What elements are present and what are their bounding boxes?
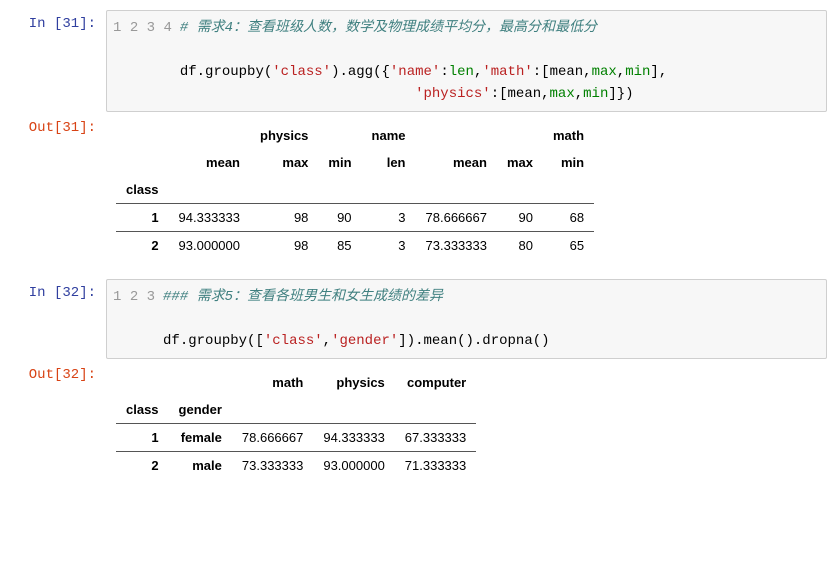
cell: 98	[250, 204, 318, 232]
col-physics: physics	[250, 122, 318, 149]
col-physics: physics	[313, 369, 394, 396]
subcol-mean: mean	[169, 149, 250, 176]
row-gender: female	[169, 424, 232, 452]
col-math: math	[543, 122, 594, 149]
code-block-31: # 需求4：查看班级人数，数学及物理成绩平均分，最高分和最低分 df.group…	[180, 11, 826, 111]
header-row-top: physics name math	[116, 122, 594, 149]
table-row: 2 93.000000 98 85 3 73.333333 80 65	[116, 232, 594, 260]
subcol-max: max	[250, 149, 318, 176]
row-class: 1	[116, 424, 169, 452]
index-name-class: class	[116, 396, 169, 424]
index-name-gender: gender	[169, 396, 232, 424]
cell: 78.666667	[416, 204, 497, 232]
cell: 68	[543, 204, 594, 232]
cell-31-code-area[interactable]: 1 2 3 4 # 需求4：查看班级人数，数学及物理成绩平均分，最高分和最低分 …	[106, 10, 827, 112]
header-row-sub: mean max min len mean max min	[116, 149, 594, 176]
row-index: 1	[116, 204, 169, 232]
index-name-class: class	[116, 176, 169, 204]
col-name: name	[362, 122, 416, 149]
table-row: 1 female 78.666667 94.333333 67.333333	[116, 424, 476, 452]
cell: 67.333333	[395, 424, 476, 452]
cell: 94.333333	[313, 424, 394, 452]
cell: 93.000000	[169, 232, 250, 260]
in-prompt-31: In [31]:	[8, 10, 106, 112]
cell: 85	[318, 232, 361, 260]
cell-31-input: In [31]: 1 2 3 4 # 需求4：查看班级人数，数学及物理成绩平均分…	[8, 10, 827, 112]
cell: 73.333333	[416, 232, 497, 260]
out-prompt-31: Out[31]:	[8, 114, 106, 277]
table-row: 1 94.333333 98 90 3 78.666667 90 68	[116, 204, 594, 232]
cell-32-output: Out[32]: math physics computer class gen…	[8, 361, 827, 497]
col-math: math	[232, 369, 313, 396]
subcol-len: len	[362, 149, 416, 176]
cell: 98	[250, 232, 318, 260]
dataframe-32: math physics computer class gender 1 fem…	[116, 369, 476, 479]
col-computer: computer	[395, 369, 476, 396]
subcol-max: max	[497, 149, 543, 176]
output-32: math physics computer class gender 1 fem…	[106, 361, 827, 497]
cell: 90	[318, 204, 361, 232]
header-row: math physics computer	[116, 369, 476, 396]
cell: 78.666667	[232, 424, 313, 452]
cell: 71.333333	[395, 452, 476, 480]
dataframe-31: physics name math mean max min len mean …	[116, 122, 594, 259]
comment: # 需求4：查看班级人数，数学及物理成绩平均分，最高分和最低分	[180, 20, 597, 36]
cell: 94.333333	[169, 204, 250, 232]
cell-32-code-area[interactable]: 1 2 3 ### 需求5：查看各班男生和女生成绩的差异 df.groupby(…	[106, 279, 827, 359]
row-gender: male	[169, 452, 232, 480]
out-prompt-32: Out[32]:	[8, 361, 106, 497]
subcol-min: min	[543, 149, 594, 176]
line-gutter: 1 2 3 4	[107, 11, 180, 111]
code-block-32: ### 需求5：查看各班男生和女生成绩的差异 df.groupby(['clas…	[163, 280, 826, 358]
row-class: 2	[116, 452, 169, 480]
index-name-row: class gender	[116, 396, 476, 424]
cell: 3	[362, 204, 416, 232]
index-name-row: class	[116, 176, 594, 204]
cell: 90	[497, 204, 543, 232]
subcol-mean: mean	[416, 149, 497, 176]
cell: 73.333333	[232, 452, 313, 480]
row-index: 2	[116, 232, 169, 260]
cell: 93.000000	[313, 452, 394, 480]
line-gutter: 1 2 3	[107, 280, 163, 358]
cell: 65	[543, 232, 594, 260]
subcol-min: min	[318, 149, 361, 176]
output-31: physics name math mean max min len mean …	[106, 114, 827, 277]
cell-31-output: Out[31]: physics name math mean max min …	[8, 114, 827, 277]
cell: 80	[497, 232, 543, 260]
comment: ### 需求5：查看各班男生和女生成绩的差异	[163, 289, 443, 305]
table-row: 2 male 73.333333 93.000000 71.333333	[116, 452, 476, 480]
in-prompt-32: In [32]:	[8, 279, 106, 359]
cell: 3	[362, 232, 416, 260]
cell-32-input: In [32]: 1 2 3 ### 需求5：查看各班男生和女生成绩的差异 df…	[8, 279, 827, 359]
